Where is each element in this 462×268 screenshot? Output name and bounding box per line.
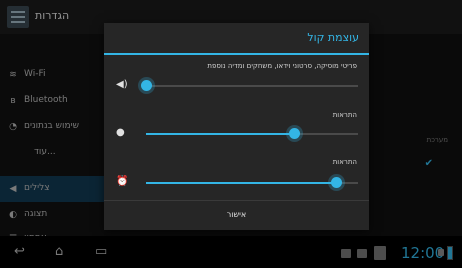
alarm-icon: ⏰ [116,176,129,187]
alarm-volume-thumb[interactable] [331,177,343,188]
media-volume-label: פריטי מוסיקה, סרטוני וידאו, משחקים ומדיה… [207,62,357,70]
ok-button[interactable]: אישור [104,201,369,230]
speaker-icon: ◀) [116,79,128,90]
dialog-header: עוצמת קול [104,23,369,55]
alarm-volume-slider[interactable] [146,182,358,184]
ok-button-label: אישור [226,210,247,219]
notification-volume-slider[interactable] [146,133,358,135]
media-volume-slider[interactable] [146,85,358,87]
notification-volume-fill [146,133,295,135]
notification-volume-thumb[interactable] [288,128,300,139]
notification-icon: ● [116,127,125,138]
alarm-volume-fill [146,182,337,184]
alarm-volume-label: התראות [332,158,357,166]
media-volume-thumb[interactable] [140,80,152,91]
volume-dialog: עוצמת קול פריטי מוסיקה, סרטוני וידאו, מש… [104,23,369,230]
notification-volume-label: התראות [332,111,357,119]
dialog-title: עוצמת קול [307,31,359,44]
